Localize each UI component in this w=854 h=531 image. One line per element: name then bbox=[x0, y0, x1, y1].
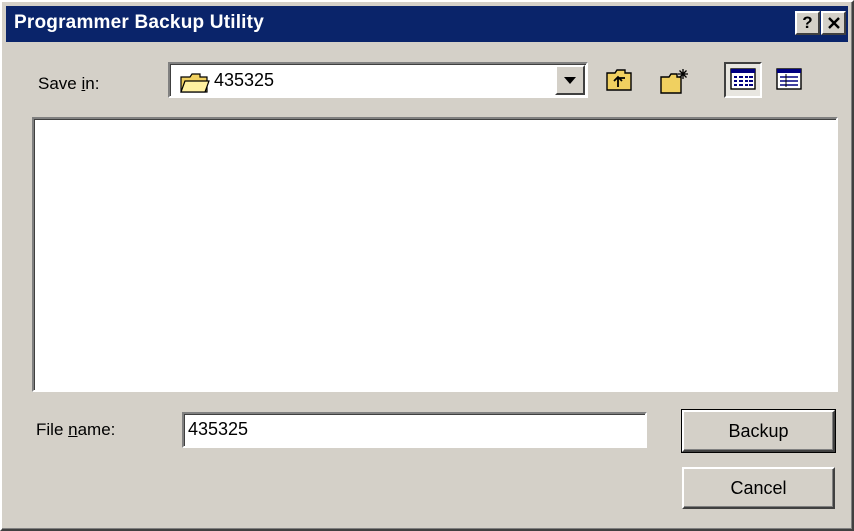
window-title: Programmer Backup Utility bbox=[14, 12, 264, 33]
file-name-field[interactable]: 435325 bbox=[182, 412, 647, 448]
up-one-level-icon bbox=[606, 69, 632, 91]
chevron-down-icon[interactable] bbox=[555, 65, 585, 95]
close-icon bbox=[828, 17, 840, 29]
list-view-button[interactable] bbox=[724, 62, 762, 98]
file-list[interactable] bbox=[32, 117, 838, 392]
details-view-icon bbox=[776, 68, 802, 90]
backup-button[interactable]: Backup bbox=[681, 409, 836, 453]
create-new-folder-button[interactable] bbox=[654, 62, 692, 98]
details-view-button[interactable] bbox=[770, 62, 808, 98]
folder-icon bbox=[180, 73, 210, 93]
title-bar: Programmer Backup Utility ? bbox=[6, 6, 848, 42]
up-one-level-button[interactable] bbox=[600, 62, 638, 98]
backup-dialog: Programmer Backup Utility ? Save in: 435… bbox=[0, 0, 854, 531]
create-new-folder-icon bbox=[660, 69, 688, 94]
save-in-combo[interactable]: 435325 bbox=[168, 62, 588, 98]
file-name-label: File name: bbox=[36, 420, 116, 439]
save-in-label: Save in: bbox=[38, 74, 100, 93]
save-in-value: 435325 bbox=[214, 70, 275, 90]
help-button[interactable]: ? bbox=[795, 11, 820, 35]
close-button[interactable] bbox=[821, 11, 846, 35]
cancel-button[interactable]: Cancel bbox=[682, 467, 835, 509]
list-view-icon bbox=[730, 68, 756, 90]
